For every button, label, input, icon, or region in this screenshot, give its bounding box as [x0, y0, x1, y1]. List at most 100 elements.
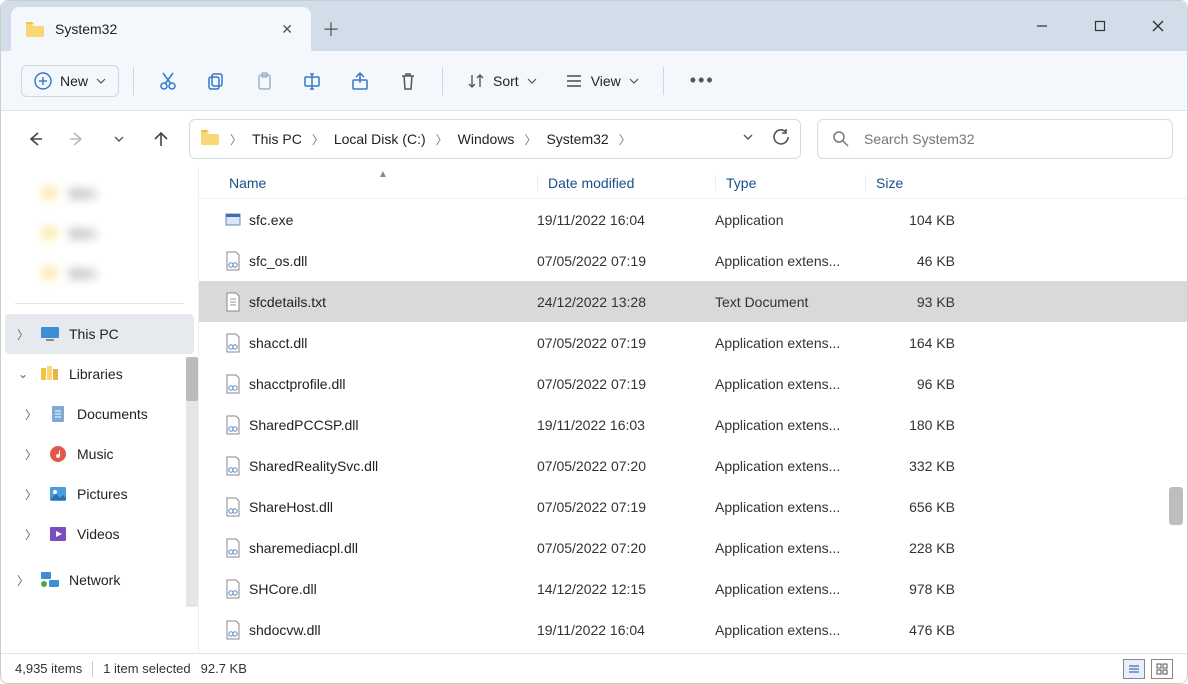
chevron-right-icon[interactable]: 〉	[615, 131, 635, 148]
file-type: Application extens...	[715, 540, 865, 556]
maximize-button[interactable]	[1071, 1, 1129, 51]
view-details-button[interactable]	[1123, 659, 1145, 679]
sidebar-quick-item[interactable]: 📁item	[5, 213, 194, 253]
rename-icon[interactable]	[292, 61, 332, 101]
sidebar-label: Network	[69, 572, 120, 588]
sidebar-item-music[interactable]: 〉 Music	[5, 434, 194, 474]
col-date[interactable]: Date modified	[537, 175, 715, 191]
file-type: Application extens...	[715, 253, 865, 269]
copy-icon[interactable]	[196, 61, 236, 101]
file-date: 07/05/2022 07:19	[537, 253, 715, 269]
file-date: 14/12/2022 12:15	[537, 581, 715, 597]
file-row[interactable]: SharedPCCSP.dll19/11/2022 16:03Applicati…	[199, 404, 1187, 445]
paste-icon[interactable]	[244, 61, 284, 101]
chevron-down-icon	[96, 76, 106, 86]
chevron-right-icon[interactable]: 〉	[308, 131, 328, 148]
file-row[interactable]: sharemediacpl.dll07/05/2022 07:20Applica…	[199, 527, 1187, 568]
chevron-right-icon[interactable]: 〉	[520, 131, 540, 148]
up-button[interactable]	[147, 125, 175, 153]
file-type: Application extens...	[715, 335, 865, 351]
new-button[interactable]: New	[21, 65, 119, 97]
plus-circle-icon	[34, 72, 52, 90]
sidebar-item-documents[interactable]: 〉 Documents	[5, 394, 194, 434]
file-row[interactable]: shacctprofile.dll07/05/2022 07:19Applica…	[199, 363, 1187, 404]
file-date: 07/05/2022 07:19	[537, 376, 715, 392]
file-type: Application extens...	[715, 499, 865, 515]
file-row[interactable]: shacct.dll07/05/2022 07:19Application ex…	[199, 322, 1187, 363]
sidebar-quick-item[interactable]: 📁item	[5, 253, 194, 293]
breadcrumb-thispc[interactable]: This PC	[252, 131, 302, 147]
file-type: Application extens...	[715, 581, 865, 597]
breadcrumb-system32[interactable]: System32	[546, 131, 608, 147]
breadcrumb-windows[interactable]: Windows	[458, 131, 515, 147]
sidebar-item-pictures[interactable]: 〉 Pictures	[5, 474, 194, 514]
separator	[92, 661, 93, 677]
close-window-button[interactable]	[1129, 1, 1187, 51]
tab-system32[interactable]: System32 ✕	[11, 7, 311, 51]
forward-button[interactable]	[63, 125, 91, 153]
file-row[interactable]: shdocvw.dll19/11/2022 16:04Application e…	[199, 609, 1187, 650]
chevron-right-icon[interactable]: 〉	[23, 486, 39, 503]
file-icon	[219, 251, 247, 271]
sidebar-item-thispc[interactable]: 〉 This PC	[5, 314, 194, 354]
search-input[interactable]	[864, 131, 1158, 147]
view-icon	[565, 72, 583, 90]
file-row[interactable]: ShareHost.dll07/05/2022 07:19Application…	[199, 486, 1187, 527]
cut-icon[interactable]	[148, 61, 188, 101]
address-bar[interactable]: 〉 This PC 〉 Local Disk (C:) 〉 Windows 〉 …	[189, 119, 801, 159]
separator	[663, 67, 664, 95]
sidebar-scrollbar[interactable]	[186, 357, 198, 607]
chevron-right-icon[interactable]: 〉	[15, 326, 31, 343]
file-icon	[219, 579, 247, 599]
col-size[interactable]: Size	[865, 175, 955, 191]
chevron-right-icon[interactable]: 〉	[23, 406, 39, 423]
col-type[interactable]: Type	[715, 175, 865, 191]
file-row[interactable]: SharedRealitySvc.dll07/05/2022 07:20Appl…	[199, 445, 1187, 486]
share-icon[interactable]	[340, 61, 380, 101]
new-tab-button[interactable]: ＋	[311, 7, 351, 51]
chevron-down-icon[interactable]: ⌄	[15, 367, 31, 381]
chevron-right-icon[interactable]: 〉	[432, 131, 452, 148]
minimize-button[interactable]	[1013, 1, 1071, 51]
file-icon	[219, 620, 247, 640]
col-name[interactable]: Name▲	[219, 175, 537, 191]
back-button[interactable]	[21, 125, 49, 153]
search-box[interactable]	[817, 119, 1173, 159]
file-name: SharedPCCSP.dll	[247, 417, 537, 433]
view-button[interactable]: View	[555, 66, 649, 96]
scrollbar-thumb[interactable]	[186, 357, 198, 401]
sidebar-item-videos[interactable]: 〉 Videos	[5, 514, 194, 554]
address-dropdown[interactable]	[742, 130, 754, 148]
filepane-scrollbar[interactable]	[1169, 167, 1183, 653]
file-row[interactable]: sfcdetails.txt24/12/2022 13:28Text Docum…	[199, 281, 1187, 322]
file-icon	[219, 415, 247, 435]
tab-close-icon[interactable]: ✕	[277, 17, 297, 42]
more-button[interactable]: •••	[678, 64, 727, 97]
view-thumbnails-button[interactable]	[1151, 659, 1173, 679]
file-pane: Name▲ Date modified Type Size sfc.exe19/…	[199, 167, 1187, 653]
file-row[interactable]: sfc.exe19/11/2022 16:04Application104 KB	[199, 199, 1187, 240]
sidebar-label: Documents	[77, 406, 148, 422]
chevron-right-icon[interactable]: 〉	[23, 526, 39, 543]
sidebar-quick-item[interactable]: 📁item	[5, 173, 194, 213]
recent-dropdown[interactable]	[105, 125, 133, 153]
refresh-button[interactable]	[772, 128, 790, 151]
file-name: shacct.dll	[247, 335, 537, 351]
sidebar-item-libraries[interactable]: ⌄ Libraries	[5, 354, 194, 394]
file-date: 24/12/2022 13:28	[537, 294, 715, 310]
sidebar-item-network[interactable]: 〉 Network	[5, 560, 194, 600]
sidebar-label: Videos	[77, 526, 120, 542]
delete-icon[interactable]	[388, 61, 428, 101]
chevron-right-icon[interactable]: 〉	[226, 131, 246, 148]
chevron-right-icon[interactable]: 〉	[15, 572, 31, 589]
sort-button[interactable]: Sort	[457, 66, 547, 96]
scrollbar-thumb[interactable]	[1169, 487, 1183, 525]
file-row[interactable]: sfc_os.dll07/05/2022 07:19Application ex…	[199, 240, 1187, 281]
file-row[interactable]: SHCore.dll14/12/2022 12:15Application ex…	[199, 568, 1187, 609]
breadcrumb-localdisk[interactable]: Local Disk (C:)	[334, 131, 426, 147]
file-type: Application extens...	[715, 376, 865, 392]
file-date: 07/05/2022 07:20	[537, 458, 715, 474]
file-date: 19/11/2022 16:04	[537, 212, 715, 228]
tab-title: System32	[55, 21, 277, 37]
chevron-right-icon[interactable]: 〉	[23, 446, 39, 463]
